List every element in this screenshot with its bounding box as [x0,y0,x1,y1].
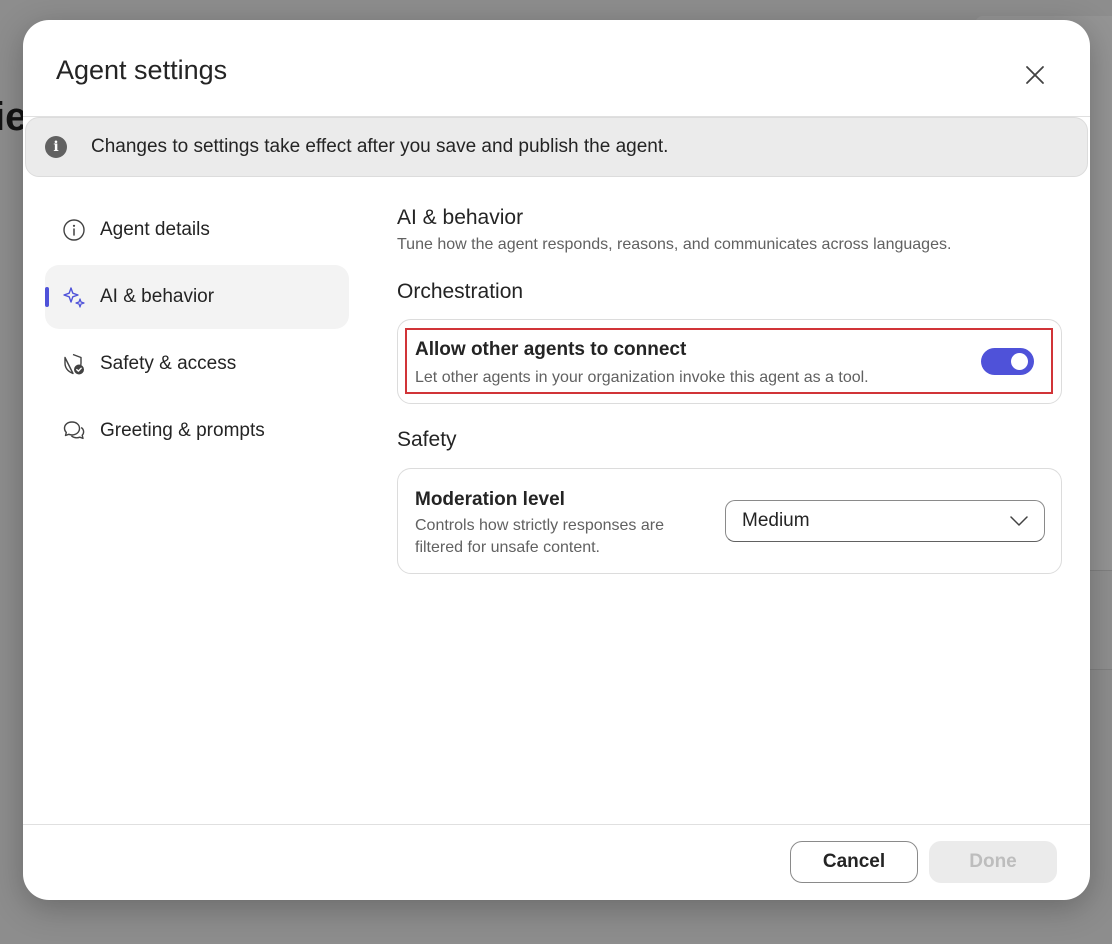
sparkle-icon [62,285,86,309]
section-title: AI & behavior [397,206,524,229]
nav-item-safety-access[interactable]: Safety & access [45,332,349,396]
nav-item-agent-details[interactable]: Agent details [45,198,349,262]
chat-bubbles-icon [62,419,86,443]
chevron-down-icon [1010,516,1028,526]
allow-agents-title: Allow other agents to connect [415,339,687,360]
info-icon: i [45,136,67,158]
moderation-level-select[interactable]: Medium [725,500,1045,542]
nav-label: Safety & access [100,353,237,374]
select-value: Medium [742,510,810,531]
close-button[interactable] [1018,58,1052,92]
info-icon [62,218,86,242]
active-indicator [45,287,49,307]
footer-divider [23,824,1090,825]
nav-item-ai-behavior[interactable]: AI & behavior [45,265,349,329]
toggle-knob [1011,353,1028,370]
safety-card: Moderation level Controls how strictly r… [397,468,1062,574]
orchestration-heading: Orchestration [397,280,524,303]
moderation-desc-line1: Controls how strictly responses are [415,517,664,534]
safety-heading: Safety [397,428,457,451]
close-icon [1026,66,1044,84]
allow-agents-toggle[interactable] [981,348,1034,375]
cancel-button[interactable]: Cancel [790,841,918,883]
banner-text: Changes to settings take effect after yo… [91,136,669,157]
allow-agents-desc: Let other agents in your organization in… [415,369,869,386]
nav-label: Agent details [100,219,210,240]
settings-content: AI & behavior Tune how the agent respond… [397,206,1062,254]
moderation-title: Moderation level [415,489,565,510]
section-subtitle: Tune how the agent responds, reasons, an… [397,236,952,253]
done-button[interactable]: Done [929,841,1057,883]
agent-settings-dialog: Agent settings i Changes to settings tak… [23,20,1090,900]
nav-item-greeting-prompts[interactable]: Greeting & prompts [45,399,349,463]
orchestration-card: Allow other agents to connect Let other … [397,319,1062,404]
info-banner: i Changes to settings take effect after … [25,117,1088,177]
dialog-title: Agent settings [56,55,228,85]
shield-check-icon [62,352,86,376]
settings-nav: Agent details AI & behavior Safety & acc… [45,198,349,466]
nav-label: Greeting & prompts [100,420,265,441]
moderation-desc-line2: filtered for unsafe content. [415,539,600,556]
nav-label: AI & behavior [100,286,215,307]
